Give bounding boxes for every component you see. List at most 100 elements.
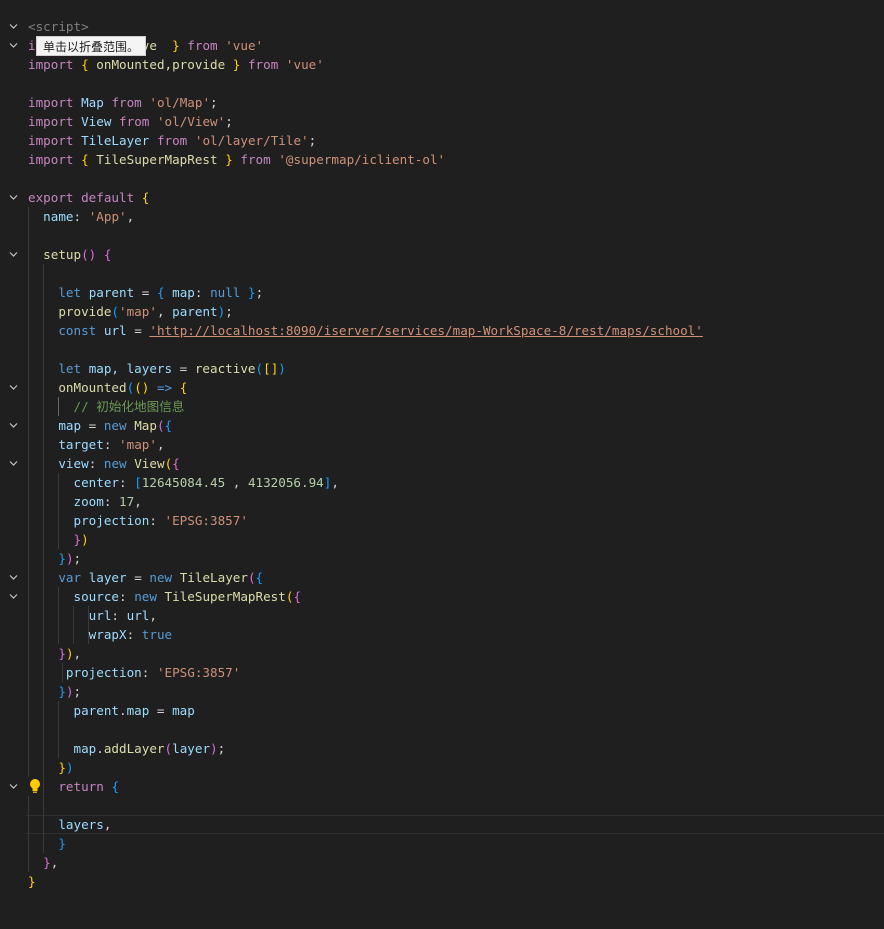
code-line-35[interactable]: projection: 'EPSG:3857' (0, 663, 884, 682)
chevron-down-icon[interactable] (9, 459, 18, 468)
comma: , (73, 646, 82, 661)
code-line-20[interactable]: onMounted(() => { (0, 378, 884, 397)
code-line-39[interactable]: map.addLayer(layer); (0, 739, 884, 758)
code-line-21[interactable]: // 初始化地图信息 (0, 397, 884, 416)
paren: ) (65, 646, 74, 661)
colon: : (111, 608, 120, 623)
line-gutter (0, 36, 26, 55)
code-line-30[interactable]: var layer = new TileLayer({ (0, 568, 884, 587)
chevron-down-icon[interactable] (9, 782, 18, 791)
code-line-23[interactable]: target: 'map', (0, 435, 884, 454)
paren: ( (247, 570, 256, 585)
boolean-literal: true (141, 627, 173, 642)
var-keyword: var (58, 570, 82, 585)
code-line-25[interactable]: center: [12645084.45 , 4132056.94], (0, 473, 884, 492)
code-line-19[interactable]: let map, layers = reactive([]) (0, 359, 884, 378)
chevron-down-icon[interactable] (9, 41, 18, 50)
property: target (58, 437, 104, 452)
import-name: Map (81, 95, 104, 110)
code-line-34[interactable]: }), (0, 644, 884, 663)
property: projection (73, 513, 150, 528)
code-line-46[interactable]: } (0, 872, 884, 891)
code-line-38[interactable] (0, 720, 884, 739)
code-line-11[interactable]: name: 'App', (0, 207, 884, 226)
code-line-6[interactable]: import View from 'ol/View'; (0, 112, 884, 131)
property: map (172, 285, 195, 300)
code-line-31[interactable]: source: new TileSuperMapRest({ (0, 587, 884, 606)
variable: layer (88, 570, 127, 585)
equals: = (149, 703, 173, 718)
code-line-12[interactable] (0, 226, 884, 245)
code-line-7[interactable]: import TileLayer from 'ol/layer/Tile'; (0, 131, 884, 150)
chevron-down-icon[interactable] (9, 193, 18, 202)
code-line-44[interactable]: } (0, 834, 884, 853)
paren: ( (111, 304, 120, 319)
variable: parent (73, 703, 120, 718)
code-line-22[interactable]: map = new Map({ (0, 416, 884, 435)
code-line-18[interactable] (0, 340, 884, 359)
chevron-down-icon[interactable] (9, 383, 18, 392)
code-editor[interactable]: <script> i ve } from 'vue' 单击以折叠范围。 impo… (0, 0, 884, 889)
comma: , (126, 209, 135, 224)
code-line-37[interactable]: parent.map = map (0, 701, 884, 720)
semicolon: ; (255, 285, 264, 300)
code-line-8[interactable]: import { TileSuperMapRest } from '@super… (0, 150, 884, 169)
equals: = (126, 323, 150, 338)
code-line-26[interactable]: zoom: 17, (0, 492, 884, 511)
code-line-13[interactable]: setup() { (0, 245, 884, 264)
colon: : (73, 209, 82, 224)
chevron-down-icon[interactable] (9, 421, 18, 430)
variable: parent (172, 304, 218, 319)
code-line-43[interactable]: layers, (0, 815, 884, 834)
line-gutter (0, 454, 26, 473)
class-name: TileLayer (179, 570, 248, 585)
code-line-28[interactable]: }) (0, 530, 884, 549)
code-line-15[interactable]: let parent = { map: null }; (0, 283, 884, 302)
module-string: 'ol/View' (156, 114, 226, 129)
string: 'map' (119, 304, 157, 319)
code-line-45[interactable]: }, (0, 853, 884, 872)
indent-guide (28, 264, 29, 283)
from-keyword: from (111, 95, 142, 110)
import-keyword: import (28, 133, 74, 148)
line-gutter (0, 245, 26, 264)
brace: } (232, 57, 241, 72)
code-line-17[interactable]: const url = 'http://localhost:8090/iserv… (0, 321, 884, 340)
brace: } (248, 285, 256, 300)
code-line-10[interactable]: export default { (0, 188, 884, 207)
indent-guide (43, 796, 44, 815)
url-link[interactable]: 'http://localhost:8090/iserver/services/… (149, 323, 703, 338)
colon: : (149, 513, 157, 528)
code-line-36[interactable]: }); (0, 682, 884, 701)
chevron-down-icon[interactable] (9, 573, 18, 582)
code-line-41[interactable]: return { (0, 777, 884, 796)
variable: layers (58, 817, 104, 832)
chevron-down-icon[interactable] (9, 250, 18, 259)
code-line-42[interactable] (0, 796, 884, 834)
variable: url (126, 608, 150, 623)
function-call: reactive (194, 361, 256, 376)
variable: map (58, 418, 82, 433)
chevron-down-icon[interactable] (9, 592, 18, 601)
code-line-29[interactable]: }); (0, 549, 884, 568)
indent-guide (43, 264, 44, 283)
code-line-40[interactable]: }) (0, 758, 884, 777)
code-line-24[interactable]: view: new View({ (0, 454, 884, 473)
module-string: 'vue' (285, 57, 324, 72)
variables: map, layers (88, 361, 173, 376)
code-line-32[interactable]: url: url, (0, 606, 884, 625)
separator: , (225, 475, 248, 490)
code-line-14[interactable] (0, 264, 884, 283)
code-line-3[interactable]: import { onMounted,provide } from 'vue' (0, 55, 884, 74)
chevron-down-icon[interactable] (9, 22, 18, 31)
indent-guide (28, 796, 29, 815)
code-line-33[interactable]: wrapX: true (0, 625, 884, 644)
colon: : (103, 494, 112, 509)
code-line-5[interactable]: import Map from 'ol/Map'; (0, 93, 884, 112)
code-line-27[interactable]: projection: 'EPSG:3857' (0, 511, 884, 530)
brace: { (103, 247, 112, 262)
code-line-16[interactable]: provide('map', parent); (0, 302, 884, 321)
from-keyword: from (187, 38, 218, 53)
number: 12645084.45 (141, 475, 226, 490)
code-line-1[interactable]: <script> (0, 17, 884, 36)
